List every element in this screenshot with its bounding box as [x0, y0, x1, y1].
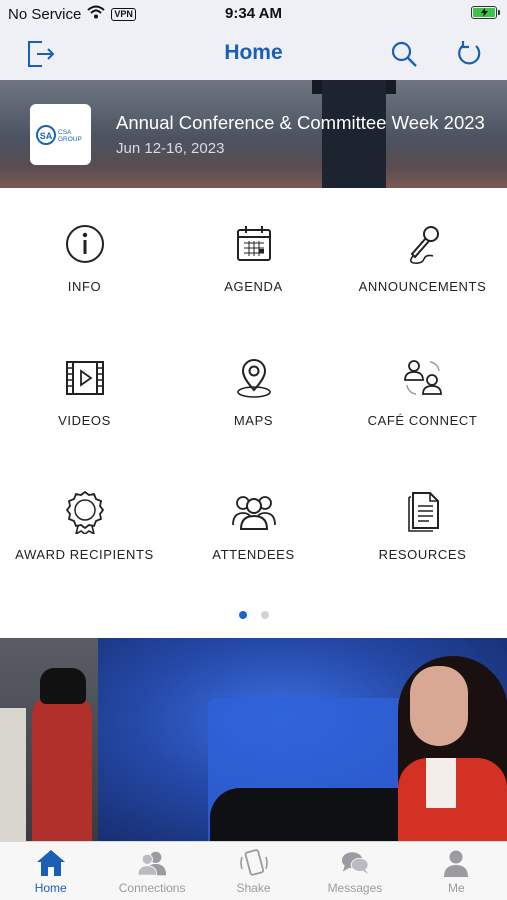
tile-label: ATTENDEES	[212, 547, 295, 562]
status-bar: No Service VPN 9:34 AM	[0, 0, 507, 28]
calendar-icon	[232, 222, 276, 266]
tile-label: AWARD RECIPIENTS	[15, 547, 154, 562]
person-icon	[441, 848, 471, 878]
tab-connections[interactable]: Connections	[101, 842, 202, 900]
tile-label: ANNOUNCEMENTS	[358, 279, 487, 294]
page-dot-2[interactable]	[260, 611, 269, 619]
carrier-label: No Service	[8, 5, 82, 23]
tile-info[interactable]: INFO	[0, 188, 169, 322]
tile-label: VIDEOS	[58, 413, 111, 428]
tab-label: Home	[34, 881, 67, 895]
event-logo: SA CSA GROUP	[30, 104, 91, 165]
messages-icon	[340, 848, 370, 878]
home-icon	[36, 848, 66, 878]
status-left: No Service VPN	[8, 5, 136, 23]
page-dot-1[interactable]	[238, 611, 247, 619]
refresh-icon[interactable]	[451, 36, 487, 72]
wifi-icon	[87, 5, 106, 23]
tile-videos[interactable]: VIDEOS	[0, 322, 169, 456]
tile-resources[interactable]: RESOURCES	[338, 456, 507, 590]
tab-shake[interactable]: Shake	[203, 842, 304, 900]
battery-icon	[471, 6, 500, 19]
vpn-badge: VPN	[111, 7, 136, 21]
tab-label: Shake	[236, 881, 271, 895]
award-icon	[63, 490, 107, 534]
feature-grid: INFO AGENDA ANNOUNCEMENTS VIDEOS MAPS CA…	[0, 188, 507, 598]
bagpiper-photo	[0, 638, 98, 841]
attendees-icon	[231, 490, 276, 534]
tab-messages[interactable]: Messages	[304, 842, 405, 900]
people-connect-icon	[401, 356, 445, 400]
event-date: Jun 12-16, 2023	[116, 140, 225, 157]
tile-label: INFO	[67, 279, 102, 294]
tile-maps[interactable]: MAPS	[169, 322, 338, 456]
logo-text: CSA	[58, 129, 72, 136]
page-title: Home	[224, 41, 283, 64]
nav-bar: Home	[0, 28, 507, 80]
info-icon	[63, 222, 107, 266]
tile-label: AGENDA	[224, 279, 283, 294]
event-banner[interactable]: SA CSA GROUP Annual Conference & Committ…	[0, 80, 507, 188]
tile-label: MAPS	[233, 413, 274, 428]
microphone-icon	[401, 222, 445, 266]
tile-agenda[interactable]: AGENDA	[169, 188, 338, 322]
svg-text:GROUP: GROUP	[58, 136, 82, 143]
tile-award-recipients[interactable]: AWARD RECIPIENTS	[0, 456, 169, 590]
svg-text:SA: SA	[39, 131, 52, 141]
tile-label: CAFÉ CONNECT	[367, 413, 478, 428]
speaker-photo	[98, 638, 507, 841]
tab-me[interactable]: Me	[406, 842, 507, 900]
tab-label: Connections	[118, 881, 186, 895]
tab-label: Messages	[327, 881, 383, 895]
event-title: Annual Conference & Committee Week 2023	[116, 112, 485, 133]
shake-icon	[239, 848, 269, 878]
tab-label: Me	[447, 881, 465, 895]
connections-icon	[137, 848, 167, 878]
tile-cafe-connect[interactable]: CAFÉ CONNECT	[338, 322, 507, 456]
tile-announcements[interactable]: ANNOUNCEMENTS	[338, 188, 507, 322]
tab-bar: Home Connections Shake Messages Me	[0, 841, 507, 900]
page-indicator[interactable]	[0, 611, 507, 619]
map-pin-icon	[232, 356, 276, 400]
tile-attendees[interactable]: ATTENDEES	[169, 456, 338, 590]
document-icon	[401, 490, 445, 534]
video-icon	[63, 356, 107, 400]
tab-home[interactable]: Home	[0, 842, 101, 900]
photo-carousel[interactable]	[0, 638, 507, 841]
search-icon[interactable]	[386, 36, 422, 72]
tile-label: RESOURCES	[378, 547, 467, 562]
